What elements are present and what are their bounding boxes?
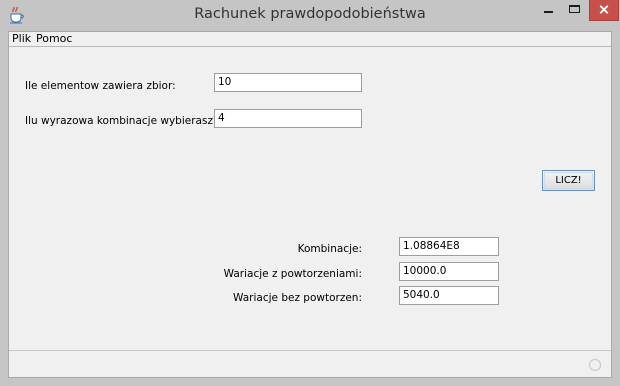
combinations-label: Kombinacje: [297, 243, 362, 255]
combination-size-input[interactable]: 4 [214, 109, 362, 128]
combination-size-label: Ilu wyrazowa kombinacje wybierasz? [25, 115, 219, 127]
status-separator [9, 350, 611, 351]
window-title: Rachunek prawdopodobieństwa [194, 6, 426, 22]
combinations-field[interactable]: 1.08864E8 [399, 237, 499, 256]
minimize-icon [544, 11, 553, 13]
variations-without-repetition-label: Wariacje bez powtorzen: [233, 292, 362, 304]
compute-button[interactable]: LICZ! [542, 170, 595, 191]
close-icon [599, 5, 609, 14]
variations-without-repetition-field[interactable]: 5040.0 [399, 286, 499, 305]
close-button[interactable] [589, 0, 619, 21]
maximize-button[interactable] [562, 0, 589, 21]
content-panel: Plik Pomoc Ile elementow zawiera zbior: … [8, 31, 612, 378]
menu-pomoc[interactable]: Pomoc [36, 32, 72, 46]
minimize-button[interactable] [536, 0, 562, 21]
maximize-icon [569, 5, 580, 13]
menu-plik[interactable]: Plik [12, 32, 31, 46]
title-bar[interactable]: Rachunek prawdopodobieństwa [0, 0, 620, 31]
app-window: Rachunek prawdopodobieństwa Plik Pomoc I… [0, 0, 620, 386]
menu-bar: Plik Pomoc [9, 32, 611, 47]
elements-count-input[interactable]: 10 [214, 73, 362, 92]
elements-count-label: Ile elementow zawiera zbior: [25, 80, 176, 92]
variations-with-repetition-field[interactable]: 10000.0 [399, 262, 499, 281]
resize-grip-icon[interactable] [589, 359, 601, 371]
variations-with-repetition-label: Wariacje z powtorzeniami: [223, 268, 362, 280]
